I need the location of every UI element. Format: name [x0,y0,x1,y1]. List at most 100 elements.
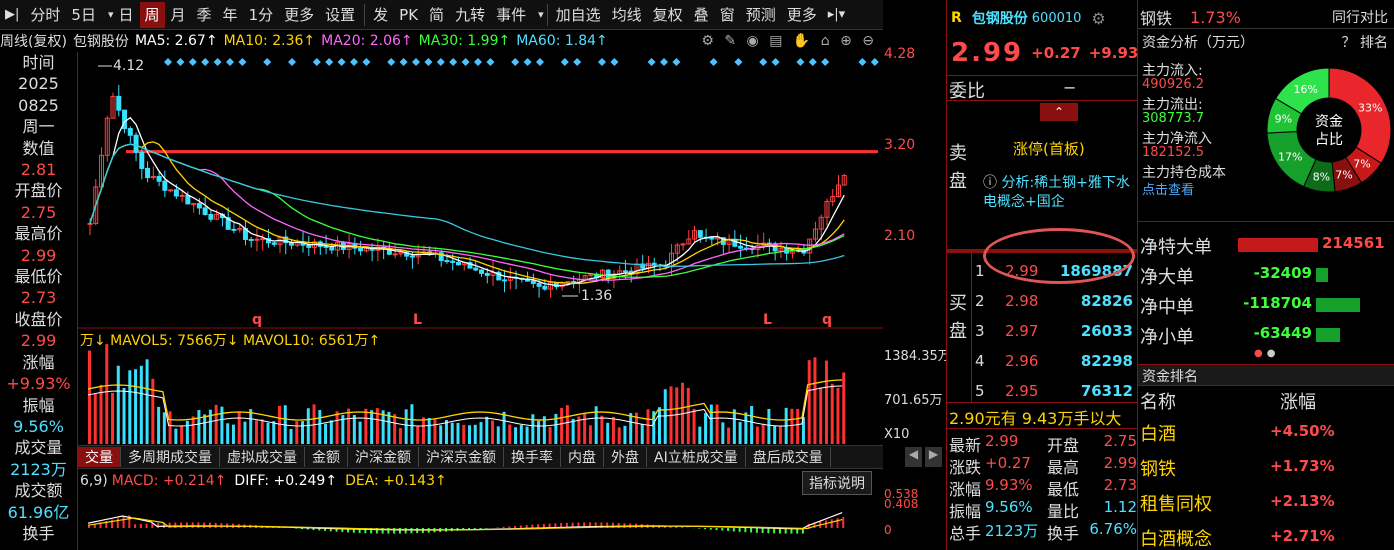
indicator-tab-9[interactable]: AI立桩成交量 [647,447,746,467]
stat-value-2: 2.73 [1103,476,1137,494]
stat-value: 2123万 [985,522,1039,540]
net-bar [1316,328,1340,342]
high-annotation: 4.12 [113,58,144,74]
flow-value[interactable]: 点击查看 [1142,179,1194,198]
pattern-marker: L [763,312,772,328]
indicator-tab-10[interactable]: 盘后成交量 [746,447,831,467]
candle-body [185,194,191,205]
bid-volume: 76312 [1080,382,1133,400]
toolbar-btn-1[interactable]: 5日 [66,2,101,28]
toolbar-btn-19[interactable]: 窗 [715,2,740,28]
quote-stock-code: 600010 [1031,10,1082,26]
toolbar-btn-5[interactable]: 季 [192,2,217,28]
toolbar-btn-17[interactable]: 复权 [648,2,688,28]
toolbar-btn-20[interactable]: 预测 [741,2,781,28]
macd-bar [479,528,482,529]
signal-diamond [610,58,619,66]
candle-body [139,151,145,169]
rank-head-pct: 涨幅 [1280,392,1316,413]
sector-name[interactable]: 钢铁 [1140,5,1172,29]
indicator-tab-0[interactable]: 交量 [78,447,121,467]
tab-prev-icon[interactable]: ◀ [905,447,922,467]
indicator-tab-5[interactable]: 沪深京金额 [419,447,504,467]
rank-name[interactable]: 租售同权 [1140,490,1212,516]
peer-compare-button[interactable]: 同行对比 [1332,7,1388,27]
volume-bar [197,410,201,444]
volume-bar [692,408,696,444]
candle-body [231,228,237,231]
bid-row[interactable]: 2 2.98 82826 [973,292,1135,314]
volume-bar [393,414,397,444]
rank-name[interactable]: 钢铁 [1140,455,1176,481]
collapse-icon[interactable]: ⌃ [1040,103,1078,121]
toolbar-btn-9[interactable]: 设置 [320,2,360,28]
toolbar-btn-2[interactable]: 日 [113,2,138,28]
toolbar-menu-icon[interactable]: ▶| [0,2,24,28]
candle-body [605,269,611,279]
pie-label: 33% [1358,101,1382,114]
toolbar-btn-12[interactable]: 简 [424,2,449,28]
toolbar-btn-16[interactable]: 均线 [607,2,647,28]
signal-diamond [796,58,805,66]
indicator-tab-7[interactable]: 内盘 [561,447,604,467]
bid-row[interactable]: 4 2.96 82298 [973,352,1135,374]
indicator-tab-2[interactable]: 虚拟成交量 [220,447,305,467]
candle-body [450,260,456,263]
rank-pct: +1.73% [1270,457,1335,475]
candle-body [473,267,479,271]
fund-rank-help[interactable]: ？ 排名 [1342,32,1388,52]
bid-row[interactable]: 3 2.97 26033 [973,322,1135,344]
signal-diamond [598,58,606,66]
volume-bar [157,406,161,444]
stat-label-2: 量比 [1047,502,1080,521]
toolbar-btn-0[interactable]: 分时 [25,2,65,28]
candle-body [179,194,185,197]
toolbar-btn-15[interactable]: 加自选 [551,2,606,28]
toolbar-collapse-icon[interactable]: ▸|▾ [823,2,850,28]
macd-bar [744,528,747,533]
bid-row[interactable]: 5 2.95 76312 [973,382,1135,404]
signal-diamond [188,58,197,66]
candle-body [248,238,254,241]
indicator-tab-3[interactable]: 金额 [305,447,348,467]
toolbar-btn-11[interactable]: PK [394,2,423,28]
pie-center-label-1: 资金 [1315,114,1343,130]
chart-mode[interactable]: 周线(复权) [0,31,67,51]
macd-bar [721,528,724,531]
toolbar-btn-7[interactable]: 1分 [244,2,279,28]
volume-bar [790,408,794,444]
toolbar-btn-13[interactable]: 九转 [450,2,490,28]
indicator-tab-1[interactable]: 多周期成交量 [121,447,220,467]
analysis-text[interactable]: ⓘ 分析:稀土钢+雅下水电概念+国企 [983,174,1133,212]
volume-bar [151,378,155,444]
stat-label: 最新 [949,436,982,455]
macd-bar [208,522,211,528]
toolbar-btn-21[interactable]: 更多 [782,2,822,28]
toolbar-btn-4[interactable]: 月 [166,2,191,28]
net-value: -32409 [1253,264,1312,282]
candle-body [127,128,133,136]
toolbar-btn-18[interactable]: 叠 [689,2,714,28]
indicator-tab-8[interactable]: 外盘 [604,447,647,467]
toolbar-btn-14[interactable]: 事件 [491,2,531,28]
volume-bar [358,421,362,444]
indicator-tab-4[interactable]: 沪深金额 [348,447,419,467]
volume-bar [571,418,575,444]
volume-bar [537,420,541,444]
toolbar-btn-8[interactable]: 更多 [279,2,319,28]
volume-bar [329,420,333,444]
tab-next-icon[interactable]: ▶ [925,447,942,467]
indicator-tab-6[interactable]: 换手率 [504,447,561,467]
lp-value-1: 2.81 [20,160,57,180]
toolbar-btn-10[interactable]: 发 [368,2,393,28]
rank-name[interactable]: 白酒概念 [1140,525,1212,550]
indicator-help-button[interactable]: 指标说明 [802,471,872,495]
toolbar-btn-6[interactable]: 年 [218,2,243,28]
lp-time-date: 0825 [18,95,59,115]
quote-settings-icon[interactable]: ⚙ [1091,9,1105,28]
page-dots[interactable]: ●● [1254,348,1279,359]
toolbar-btn-3[interactable]: 周 [139,1,165,28]
chart-tools-icons[interactable]: ⚙ ✎ ◉ ▤ ✋ ⌂ ⊕ ⊖ [701,33,877,49]
volume-bar [410,404,414,444]
rank-name[interactable]: 白酒 [1140,420,1176,446]
